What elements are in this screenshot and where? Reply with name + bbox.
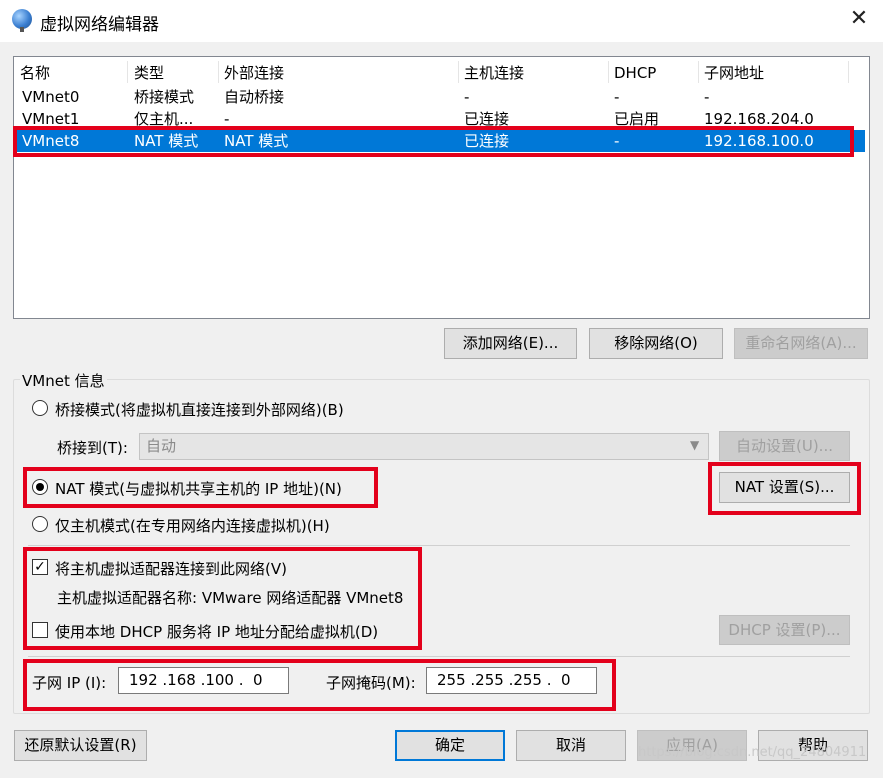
column-header-subnet[interactable]: 子网地址 bbox=[698, 61, 848, 85]
bridged-label[interactable]: 桥接模式(将虚拟机直接连接到外部网络)(B) bbox=[55, 399, 344, 420]
bridge-to-select[interactable]: 自动 bbox=[139, 433, 709, 460]
window-title: 虚拟网络编辑器 bbox=[40, 15, 159, 35]
add-network-button[interactable]: 添加网络(E)... bbox=[444, 328, 577, 359]
host-only-label[interactable]: 仅主机模式(在专用网络内连接虚拟机)(H) bbox=[55, 515, 330, 536]
chevron-down-icon: ▼ bbox=[690, 438, 700, 452]
highlight-adapter-options bbox=[23, 547, 422, 650]
highlight-selected-row bbox=[13, 126, 854, 157]
dhcp-settings-button[interactable]: DHCP 设置(P)... bbox=[719, 615, 850, 645]
bridge-to-label: 桥接到(T): bbox=[57, 439, 128, 457]
auto-settings-button[interactable]: 自动设置(U)... bbox=[719, 431, 850, 461]
watermark-text: https://blog.csdn.net/qq_24804911 bbox=[638, 745, 867, 760]
column-divider[interactable] bbox=[848, 61, 849, 83]
highlight-nat-settings bbox=[708, 462, 861, 515]
cell-external: 自动桥接 bbox=[224, 88, 285, 106]
cell-host: - bbox=[464, 88, 470, 106]
table-row[interactable]: VMnet0 桥接模式 自动桥接 - - - bbox=[16, 86, 865, 108]
cell-subnet: - bbox=[704, 88, 710, 106]
column-header-external[interactable]: 外部连接 bbox=[218, 61, 458, 85]
column-header-name[interactable]: 名称 bbox=[14, 61, 126, 85]
divider bbox=[28, 545, 850, 546]
vmnet-info-title: VMnet 信息 bbox=[20, 370, 107, 391]
remove-network-button[interactable]: 移除网络(O) bbox=[589, 328, 723, 359]
close-icon[interactable]: ✕ bbox=[846, 6, 872, 32]
highlight-nat-mode bbox=[23, 467, 378, 508]
column-header-type[interactable]: 类型 bbox=[128, 61, 218, 85]
cell-dhcp: - bbox=[614, 88, 620, 106]
ok-button[interactable]: 确定 bbox=[395, 730, 505, 761]
column-header-host[interactable]: 主机连接 bbox=[458, 61, 608, 85]
divider bbox=[28, 656, 850, 657]
column-header-dhcp[interactable]: DHCP bbox=[608, 61, 698, 85]
network-globe-icon bbox=[12, 9, 32, 32]
cell-name: VMnet0 bbox=[22, 88, 80, 106]
network-list[interactable]: 名称 类型 外部连接 主机连接 DHCP 子网地址 VMnet0 桥接模式 自动… bbox=[13, 56, 870, 319]
highlight-subnet bbox=[23, 659, 616, 711]
host-only-radio[interactable] bbox=[32, 516, 48, 532]
bridged-radio[interactable] bbox=[32, 400, 48, 416]
cell-type: 桥接模式 bbox=[134, 88, 195, 106]
rename-network-button[interactable]: 重命名网络(A)... bbox=[734, 328, 868, 359]
restore-defaults-button[interactable]: 还原默认设置(R) bbox=[14, 730, 147, 761]
cancel-button[interactable]: 取消 bbox=[516, 730, 626, 761]
